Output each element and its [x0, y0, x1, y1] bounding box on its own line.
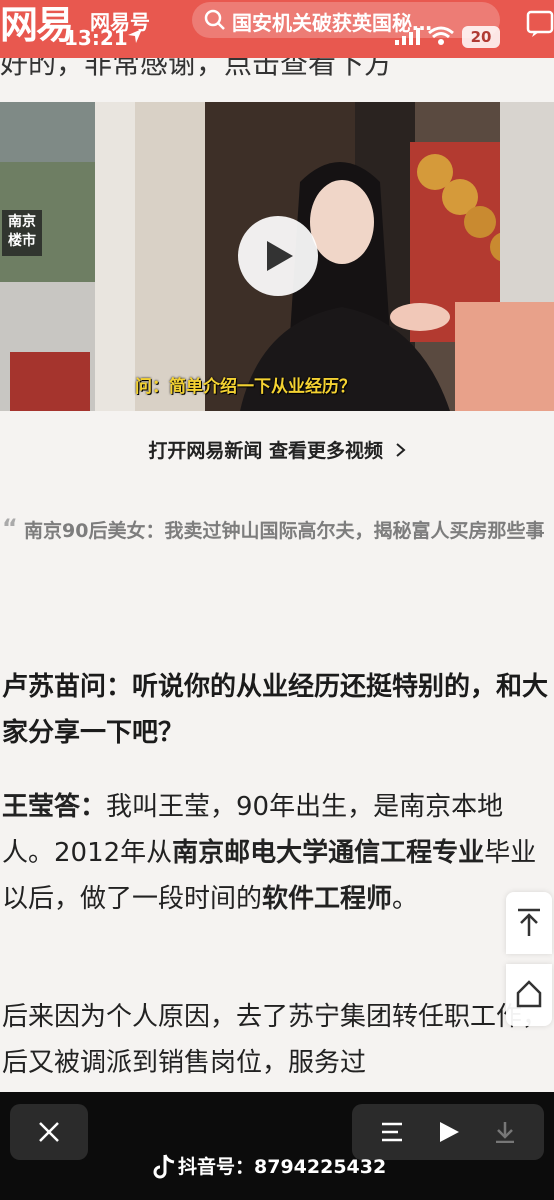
quote-text: 南京90后美女：我卖过钟山国际高尔夫，揭秘富人买房那些事 — [24, 520, 545, 542]
video-subtitle: 问：简单介绍一下从业经历？ — [135, 377, 356, 397]
top-header: 网易 网易号 13:21 国安机关破获英国秘… 20 — [0, 0, 554, 58]
search-icon — [204, 9, 225, 30]
close-button[interactable] — [10, 1104, 88, 1160]
douyin-watermark: 抖音号：8794225432 — [178, 1156, 387, 1178]
brand-logo[interactable]: 网易 — [0, 0, 74, 47]
play-icon — [267, 241, 293, 271]
question-paragraph: 卢苏苗问：听说你的从业经历还挺特别的，和大家分享一下吧？ — [2, 672, 549, 748]
video-source-badge: 南京 楼市 — [2, 210, 42, 256]
back-to-top-icon — [518, 908, 540, 936]
battery-indicator: 20 — [462, 26, 500, 48]
open-app-label: 打开网易新闻 查看更多视频 — [148, 440, 383, 462]
status-time: 13:21 — [64, 26, 128, 50]
close-icon — [39, 1122, 59, 1142]
location-arrow-icon — [128, 29, 142, 43]
list-icon[interactable] — [380, 1121, 404, 1143]
play-button[interactable] — [238, 216, 318, 296]
home-icon — [516, 980, 542, 1008]
wifi-icon — [428, 26, 454, 45]
play-icon[interactable] — [438, 1121, 460, 1143]
cut-off-text-line: 好的，非常感谢，点击查看下方 — [0, 58, 393, 78]
open-app-link[interactable]: 打开网易新闻 查看更多视频 — [0, 436, 554, 463]
home-button[interactable] — [506, 964, 552, 1026]
signal-icon — [395, 28, 420, 45]
message-icon[interactable] — [524, 8, 554, 38]
body-paragraph: 后来因为个人原因，去了苏宁集团转任职工作，后又被调派到销售岗位，服务过 — [2, 1002, 549, 1078]
back-to-top-button[interactable] — [506, 892, 552, 954]
answer-speaker: 王莹答： — [2, 792, 107, 822]
download-icon[interactable] — [494, 1121, 516, 1143]
quote-icon: “ — [2, 514, 18, 542]
answer-paragraph: 王莹答：我叫王莹，90年出生，是南京本地人。2012年从南京邮电大学通信工程专业… — [2, 792, 537, 914]
chevron-right-icon — [395, 443, 406, 457]
bottom-player-bar: 抖音号：8794225432 — [0, 1092, 554, 1200]
